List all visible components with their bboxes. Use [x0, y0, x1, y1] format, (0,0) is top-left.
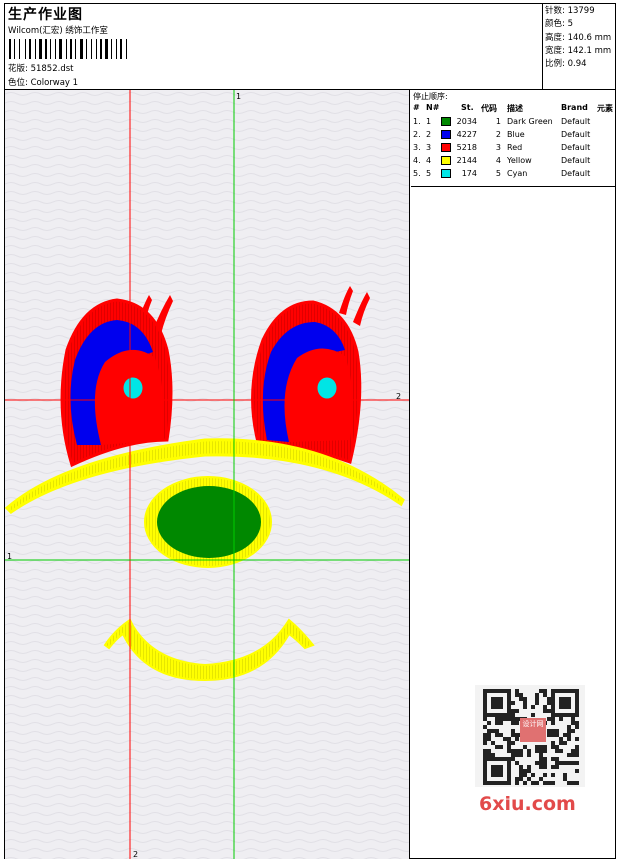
right-highlight-cyan [316, 376, 338, 400]
design-value: 51852.dst [30, 64, 74, 74]
stop-sequence-title: 停止顺序: [413, 92, 448, 101]
stop-brand: Default [561, 130, 591, 139]
stop-index: 5. [413, 169, 421, 178]
col-code: 代码 [481, 104, 497, 113]
stop-description: Blue [507, 130, 525, 139]
nose-fill-green [157, 486, 261, 558]
design-line: 花版: 51852.dst [8, 62, 73, 74]
stop-code: 5 [495, 169, 501, 178]
col-index: # [413, 103, 420, 112]
guide-marker-left: 1 [7, 552, 12, 561]
stop-stitches: 2144 [456, 156, 477, 165]
stop-index: 1. [413, 117, 421, 126]
stop-code: 4 [495, 156, 501, 165]
stop-row[interactable]: 4. 4 2144 4 Yellow Default [411, 156, 615, 169]
stop-stitches: 174 [461, 169, 477, 178]
barcode [9, 39, 127, 59]
production-sheet: 生产作业图 Wilcom(汇宏) 绣饰工作室 花版: 51852.dst 色位:… [4, 3, 616, 859]
stop-index: 4. [413, 156, 421, 165]
stop-row[interactable]: 3. 3 5218 3 Red Default [411, 143, 615, 156]
stop-brand: Default [561, 156, 591, 165]
col-stitches: St. [461, 103, 474, 112]
color-swatch [441, 156, 451, 165]
colorway-value: Colorway 1 [30, 78, 79, 88]
nose [144, 476, 272, 568]
spec-width: 宽度: 142.1 mm [545, 45, 612, 56]
site-watermark: 6xiu.com [479, 793, 576, 815]
stop-code: 2 [495, 130, 501, 139]
colorway-line: 色位: Colorway 1 [8, 76, 78, 88]
spec-scale: 比例: 0.94 [545, 59, 587, 70]
color-swatch [441, 130, 451, 139]
right-pupil-red [284, 348, 353, 442]
stop-needle: 1 [426, 117, 432, 126]
stop-needle: 5 [426, 169, 432, 178]
guide-marker-top: 1 [236, 92, 241, 101]
col-element: 元素 [597, 104, 613, 113]
stop-needle: 4 [426, 156, 432, 165]
stop-brand: Default [561, 117, 591, 126]
stop-row[interactable]: 5. 5 174 5 Cyan Default [411, 169, 615, 182]
qr-logo-mark: 设计网 [520, 718, 546, 742]
spec-height: 高度: 140.6 mm [545, 32, 612, 43]
left-highlight-cyan [122, 376, 144, 400]
spec-colors: 颜色: 5 [545, 19, 573, 30]
col-brand: Brand [561, 103, 588, 112]
stop-index: 3. [413, 143, 421, 152]
col-description: 描述 [507, 104, 523, 113]
stop-needle: 2 [426, 130, 432, 139]
stop-stitches: 4227 [456, 130, 477, 139]
embroidery-preview: 1 2 1 2 [5, 90, 409, 859]
stop-row[interactable]: 2. 2 4227 2 Blue Default [411, 130, 615, 143]
company-name: Wilcom(汇宏) 绣饰工作室 [8, 26, 108, 36]
guide-marker-bottom: 2 [133, 850, 138, 859]
stop-stitches: 5218 [456, 143, 477, 152]
stop-index: 2. [413, 130, 421, 139]
stop-brand: Default [561, 169, 591, 178]
guide-marker-right: 2 [396, 392, 401, 401]
color-swatch [441, 117, 451, 126]
stop-code: 3 [495, 143, 501, 152]
design-label: 花版: [8, 64, 28, 74]
header-info: 生产作业图 Wilcom(汇宏) 绣饰工作室 花版: 51852.dst 色位:… [5, 4, 541, 90]
page-title: 生产作业图 [8, 7, 83, 23]
stop-description: Red [507, 143, 523, 152]
qr-code: 设计网 [475, 685, 585, 787]
stop-row[interactable]: 1. 1 2034 1 Dark Green Default [411, 117, 615, 130]
stop-needle: 3 [426, 143, 432, 152]
color-swatch [441, 143, 451, 152]
stop-sequence-panel: 停止顺序: # N# St. 代码 描述 Brand 元素 1. 1 2034 1 Da… [411, 90, 615, 187]
spec-panel: 针数: 13799 颜色: 5 高度: 140.6 mm 宽度: 142.1 m… [542, 4, 616, 90]
stop-code: 1 [495, 117, 501, 126]
stop-brand: Default [561, 143, 591, 152]
stop-description: Cyan [507, 169, 528, 178]
stop-description: Dark Green [507, 117, 553, 126]
col-needle: N# [426, 103, 440, 112]
stop-table-header: # N# St. 代码 描述 Brand 元素 [411, 103, 615, 115]
design-canvas[interactable]: 1 2 1 2 [5, 90, 410, 859]
spec-stitches: 针数: 13799 [545, 6, 595, 16]
color-swatch [441, 169, 451, 178]
stop-description: Yellow [507, 156, 532, 165]
colorway-label: 色位: [8, 78, 28, 88]
stop-stitches: 2034 [456, 117, 477, 126]
